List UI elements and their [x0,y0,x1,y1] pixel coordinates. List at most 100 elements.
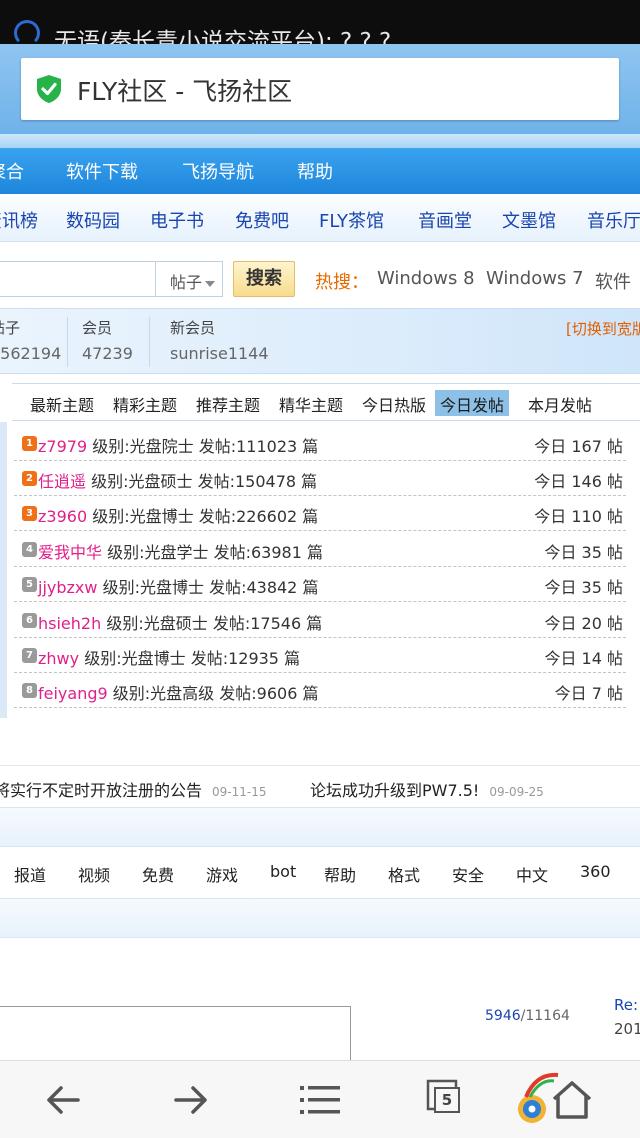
tag-link[interactable]: 360 [580,862,611,881]
user-link[interactable]: jjybzxw [38,578,97,597]
main-nav-item[interactable]: 软件下载 [66,158,138,184]
today-post-count: 今日 110 帖 [534,507,623,526]
today-post-count: 今日 7 帖 [554,684,623,703]
sub-nav-item[interactable]: FLY茶馆 [319,207,384,233]
browser-toolbar: 5 [0,1060,640,1138]
back-button[interactable] [36,1073,92,1127]
hot-search-item[interactable]: 软件 [595,268,631,294]
tag-row: 报道 视频 免费 游戏 bot 帮助 格式 安全 中文 360 [0,848,640,896]
tabs-button[interactable]: 5 [420,1073,476,1127]
tag-link[interactable]: 安全 [452,862,484,886]
tab-hot-today[interactable]: 今日热版 [357,390,431,416]
user-link[interactable]: 爱我中华 [38,543,102,562]
sub-nav-item[interactable]: 免费吧 [235,207,289,233]
user-level: 级别:光盘硕士 [106,614,208,633]
user-post-total: 发帖:111023 篇 [198,437,319,456]
main-nav-item[interactable]: 聚合 [0,158,24,184]
tab-recommended[interactable]: 推荐主题 [191,390,265,416]
hot-search-label: 热搜： [315,272,369,293]
rank-badge: 4 [22,542,37,557]
today-post-count: 今日 35 帖 [544,543,623,562]
tag-link[interactable]: 格式 [388,862,420,886]
main-nav: 聚合 软件下载 飞扬导航 帮助 [0,148,640,194]
tag-link[interactable]: 报道 [14,862,46,886]
ranking-row: 4 爱我中华 级别:光盘学士 发帖:63981 篇 今日 35 帖 [14,532,626,567]
address-bar-area: FLY社区 - 飞扬社区 [0,44,640,134]
search-row: 帖子 搜索 热搜： Windows 8 Windows 7 软件 [0,252,640,304]
main-nav-item[interactable]: 飞扬导航 [182,158,254,184]
sub-nav-item[interactable]: 资讯榜 [0,207,38,233]
stat-value: 6562194 [0,344,62,363]
rank-badge: 1 [22,436,37,451]
tag-link[interactable]: bot [270,862,296,881]
search-input[interactable] [0,261,155,297]
announcement-date: 09-11-15 [212,785,267,799]
tab-essence[interactable]: 精华主题 [274,390,348,416]
user-post-total: 发帖:226602 篇 [198,507,319,526]
notification-text[interactable]: 无语(秦长青小说交流平台): ? ? ? [54,22,391,44]
forum-stats: 帖子 6562194 会员 47239 新会员 sunrise1144 [切换到… [0,308,640,374]
sub-nav-item[interactable]: 数码园 [66,207,120,233]
tab-featured[interactable]: 精彩主题 [108,390,182,416]
user-link[interactable]: z3960 [38,507,87,526]
thread-count[interactable]: 5946 [485,1008,521,1024]
chevron-down-icon [205,280,216,287]
user-link[interactable]: zhwy [38,649,79,668]
announcement-item[interactable]: 论坛成功升级到PW7.5! 09-09-25 [310,777,544,801]
sub-nav-item[interactable]: 音画堂 [418,207,472,233]
switch-wide-link[interactable]: [切换到宽版] [566,318,640,339]
tag-link[interactable]: 帮助 [324,862,356,886]
browser-screen: 无语(秦长青小说交流平台): ? ? ? FLY社区 - 飞扬社区 聚合 软件下… [0,0,640,1138]
announcement-item[interactable]: 将实行不定时开放注册的公告 09-11-15 [0,777,266,801]
menu-button[interactable] [292,1073,348,1127]
today-post-count: 今日 35 帖 [544,578,623,597]
forward-button[interactable] [162,1073,218,1127]
today-post-count: 今日 14 帖 [544,649,623,668]
hot-search-item[interactable]: Windows 8 [377,268,475,289]
tab-posts-today[interactable]: 今日发帖 [435,390,510,416]
home-button[interactable] [514,1072,592,1127]
search-type-select[interactable]: 帖子 [155,261,223,297]
tab-posts-month[interactable]: 本月发帖 [523,390,597,416]
user-link[interactable]: hsieh2h [38,614,101,633]
search-button[interactable]: 搜索 [233,261,295,297]
main-nav-item[interactable]: 帮助 [297,158,333,184]
user-level: 级别:光盘博士 [84,649,186,668]
user-level: 级别:光盘硕士 [91,472,193,491]
home-icon [518,1072,592,1123]
status-bar: 无语(秦长青小说交流平台): ? ? ? [0,0,640,44]
hot-search-item[interactable]: Windows 7 [486,268,584,289]
announcement-text: 论坛成功升级到PW7.5! [310,781,480,800]
user-link[interactable]: 任逍遥 [38,472,86,491]
sub-nav-item[interactable]: 文墨馆 [502,207,556,233]
address-bar[interactable]: FLY社区 - 飞扬社区 [21,58,619,120]
rank-badge: 8 [22,683,37,698]
user-level: 级别:光盘院士 [92,437,194,456]
site-header-strip [0,134,640,148]
ranking-row: 5 jjybzxw 级别:光盘博士 发帖:43842 篇 今日 35 帖 [14,567,626,602]
tag-link[interactable]: 中文 [516,862,548,886]
user-link[interactable]: z7979 [38,437,87,456]
tag-link[interactable]: 免费 [142,862,174,886]
stat-posts: 帖子 6562194 [0,317,68,367]
tag-link[interactable]: 视频 [78,862,110,886]
list-left-bar [0,422,7,718]
ranking-row: 2 任逍遥 级别:光盘硕士 发帖:150478 篇 今日 146 帖 [14,461,626,496]
stat-value[interactable]: sunrise1144 [170,344,290,363]
qq-icon [14,20,40,44]
user-level: 级别:光盘高级 [112,684,215,703]
tag-link[interactable]: 游戏 [206,862,238,886]
sub-nav-item[interactable]: 音乐厅 [587,207,640,233]
last-reply-link[interactable]: Re: [614,996,638,1014]
menu-icon [300,1086,340,1114]
arrow-left-icon [47,1086,80,1114]
tab-latest[interactable]: 最新主题 [25,390,99,416]
sub-nav-item[interactable]: 电子书 [150,207,204,233]
user-post-total: 发帖:17546 篇 [212,614,323,633]
today-post-count: 今日 146 帖 [534,472,623,491]
announcement-bar: 将实行不定时开放注册的公告 09-11-15 论坛成功升级到PW7.5! 09-09… [0,765,640,807]
user-link[interactable]: feiyang9 [38,684,108,703]
user-level: 级别:光盘学士 [107,543,209,562]
rank-badge: 5 [22,577,37,592]
ranking-row: 7 zhwy 级别:光盘博士 发帖:12935 篇 今日 14 帖 [14,638,626,673]
